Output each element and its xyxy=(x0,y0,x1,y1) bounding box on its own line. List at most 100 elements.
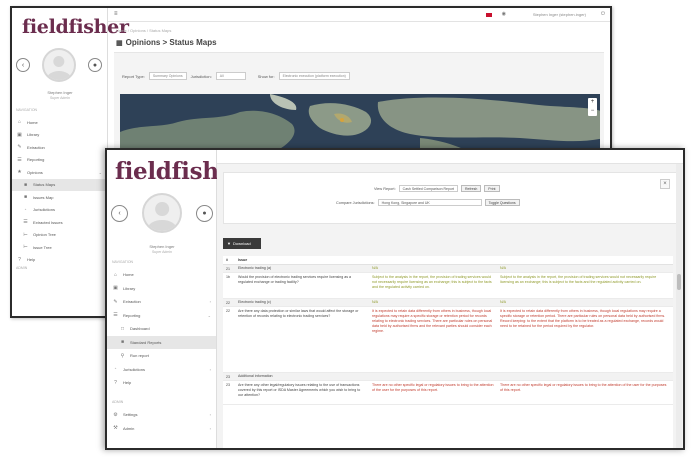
sidebar-item-home[interactable]: ⌂ Home xyxy=(107,268,216,282)
sidebar-item-dashboard[interactable]: □ Dashboard xyxy=(107,322,216,336)
toggle-questions-button[interactable]: Toggle Questions xyxy=(484,199,520,206)
avatar[interactable] xyxy=(142,193,182,233)
jurisdictions-select[interactable]: Hong Kong, Singapore and UK xyxy=(377,199,482,206)
table-row[interactable]: 22 Electronic trading (c) N/A N/A xyxy=(223,299,673,307)
scrollbar-thumb[interactable] xyxy=(677,274,681,290)
sidebar-item-jurisdictions[interactable]: ◦ Jurisdictions › xyxy=(107,363,216,377)
sidebar-item-help[interactable]: ? Help xyxy=(12,254,107,267)
sidebar-item-opinions[interactable]: ★ Opinions ⌄ xyxy=(12,166,107,179)
search-icon: ⚲ xyxy=(120,352,125,359)
world-map xyxy=(120,94,600,154)
show-for-label: Show for: xyxy=(257,73,275,79)
view-report-select[interactable]: Cash Settled Comparison Report xyxy=(398,185,459,192)
front-nav: ⌂ Home ▣ Library ✎ Extraction › ☰ Reporting ⌄ … xyxy=(107,268,216,390)
chevron-right-icon: › xyxy=(209,425,211,431)
bell-icon[interactable]: ◉ xyxy=(502,11,506,17)
table-row[interactable]: 23 Additional information xyxy=(223,373,673,381)
front-window: fieldfisher ‹ ● Stephen Inger Super Admi… xyxy=(105,148,685,450)
zoom-in-button[interactable]: + xyxy=(591,98,595,107)
home-icon: ⌂ xyxy=(113,271,118,278)
user-role: Super Admin xyxy=(151,250,173,254)
power-icon[interactable]: ⏻ xyxy=(601,11,605,17)
sidebar-item-standard-reports[interactable]: ■ Standard Reports xyxy=(107,335,216,349)
back-nav: ⌂ Home ▣ Library ✎ Extraction ☰ Reporting ★ O… xyxy=(12,116,107,266)
map-icon: ■ xyxy=(23,194,28,201)
header-issue[interactable]: Issue xyxy=(238,258,372,263)
view-report-label: View Report: xyxy=(374,186,396,191)
sidebar-item-help[interactable]: ? Help xyxy=(107,376,216,390)
sidebar-item-settings[interactable]: ⚙ Settings › xyxy=(107,408,216,422)
front-topbar xyxy=(217,150,683,164)
chevron-right-icon: › xyxy=(209,299,211,305)
sidebar-item-reporting[interactable]: ☰ Reporting ⌄ xyxy=(107,309,216,323)
table-row[interactable]: 1b Would the provision of electronic tra… xyxy=(223,273,673,299)
zoom-out-button[interactable]: − xyxy=(591,107,595,116)
status-map[interactable]: + − xyxy=(120,94,600,154)
sidebar-item-extracted-issues[interactable]: ☰ Extracted Issues xyxy=(12,216,107,229)
report-type-select[interactable]: Summary Opinions xyxy=(148,72,187,80)
header-num[interactable]: # xyxy=(223,258,238,262)
sidebar-item-extraction[interactable]: ✎ Extraction xyxy=(12,141,107,154)
globe-icon: ◦ xyxy=(24,206,27,213)
list-icon: ☰ xyxy=(23,219,28,226)
jurisdiction-select[interactable]: All xyxy=(215,72,246,80)
report-options: × View Report: Cash Settled Comparison R… xyxy=(223,172,677,224)
chevron-right-icon: › xyxy=(209,412,211,418)
back-button[interactable]: ‹ xyxy=(111,204,128,222)
tree-icon: ⊢ xyxy=(23,244,28,251)
table-row[interactable]: 21 Electronic trading (a) N/A N/A xyxy=(223,265,673,273)
library-icon: ▣ xyxy=(17,131,22,138)
sidebar-item-run-report[interactable]: ⚲ Run report xyxy=(107,349,216,363)
folder-icon: ▦ xyxy=(116,40,123,47)
back-sidebar: fieldfisher ‹ ● Stephen Inger Super Admi… xyxy=(12,8,129,316)
table-row[interactable]: 23 Are there any other legal/regulatory … xyxy=(223,381,673,405)
sidebar-item-opinion-tree[interactable]: ⊢ Opinion Tree xyxy=(12,229,107,242)
sidebar-item-status-maps[interactable]: ■ Status Maps xyxy=(12,178,107,191)
scrollbar[interactable] xyxy=(676,164,682,448)
help-icon: ? xyxy=(18,256,21,263)
download-button[interactable]: ▼ Download xyxy=(223,238,261,249)
dashboard-icon: □ xyxy=(120,325,125,332)
user-name: Stephen Inger xyxy=(149,244,175,249)
report-content: × View Report: Cash Settled Comparison R… xyxy=(217,164,683,448)
report-table: # Issue 21 Electronic trading (a) N/A N/… xyxy=(223,256,673,448)
table-row[interactable]: 22 Are there any data protection or simi… xyxy=(223,307,673,373)
nav-heading: Navigation xyxy=(16,108,38,112)
avatar[interactable] xyxy=(42,48,76,82)
sidebar-item-reporting[interactable]: ☰ Reporting xyxy=(12,154,107,167)
help-icon: ? xyxy=(114,379,117,386)
sidebar-item-admin[interactable]: ⚒ Admin › xyxy=(107,422,216,436)
menu-button[interactable]: ● xyxy=(196,204,213,222)
sidebar-item-home[interactable]: ⌂ Home xyxy=(12,116,107,129)
report-icon: ■ xyxy=(120,339,125,346)
close-button[interactable]: × xyxy=(660,179,670,189)
sidebar-item-extraction[interactable]: ✎ Extraction › xyxy=(107,295,216,309)
user-panel: ‹ ● xyxy=(16,48,102,82)
jurisdictions-label: Compare Jurisdictions: xyxy=(336,200,375,205)
admin-nav: ⚙ Settings › ⚒ Admin › xyxy=(107,408,216,435)
sidebar-item-library[interactable]: ▣ Library xyxy=(107,282,216,296)
nav-heading: Navigation xyxy=(112,260,134,264)
sidebar-item-issue-tree[interactable]: ⊢ Issue Tree xyxy=(12,241,107,254)
sidebar-item-issues-map[interactable]: ■ Issues Map xyxy=(12,191,107,204)
gear-icon: ⚙ xyxy=(113,411,118,418)
chevron-right-icon: › xyxy=(209,366,211,372)
back-button[interactable]: ‹ xyxy=(16,58,30,72)
admin-icon: ⚒ xyxy=(113,425,118,432)
sidebar-item-jurisdictions[interactable]: ◦ Jurisdictions xyxy=(12,204,107,217)
reporting-icon: ☰ xyxy=(113,312,118,319)
opinions-icon: ★ xyxy=(17,169,22,176)
report-type-label: Report Type: xyxy=(122,73,145,79)
sidebar-item-library[interactable]: ▣ Library xyxy=(12,129,107,142)
map-filters: Report Type: Summary Opinions Jurisdicti… xyxy=(122,72,350,80)
language-flag-icon[interactable] xyxy=(486,13,492,17)
user-name: Stephen Inger xyxy=(47,90,73,95)
extraction-icon: ✎ xyxy=(17,144,22,151)
print-button[interactable]: Print xyxy=(484,185,500,192)
menu-button[interactable]: ● xyxy=(88,58,102,72)
hamburger-icon[interactable]: ≡ xyxy=(114,11,118,17)
user-menu[interactable]: Stephen Inger (stephen.inger) xyxy=(533,12,586,17)
compare-row: Compare Jurisdictions: Hong Kong, Singap… xyxy=(336,199,520,206)
show-for-select[interactable]: Electronic execution (platform execution… xyxy=(278,72,350,80)
refresh-button[interactable]: Refresh xyxy=(461,185,482,192)
